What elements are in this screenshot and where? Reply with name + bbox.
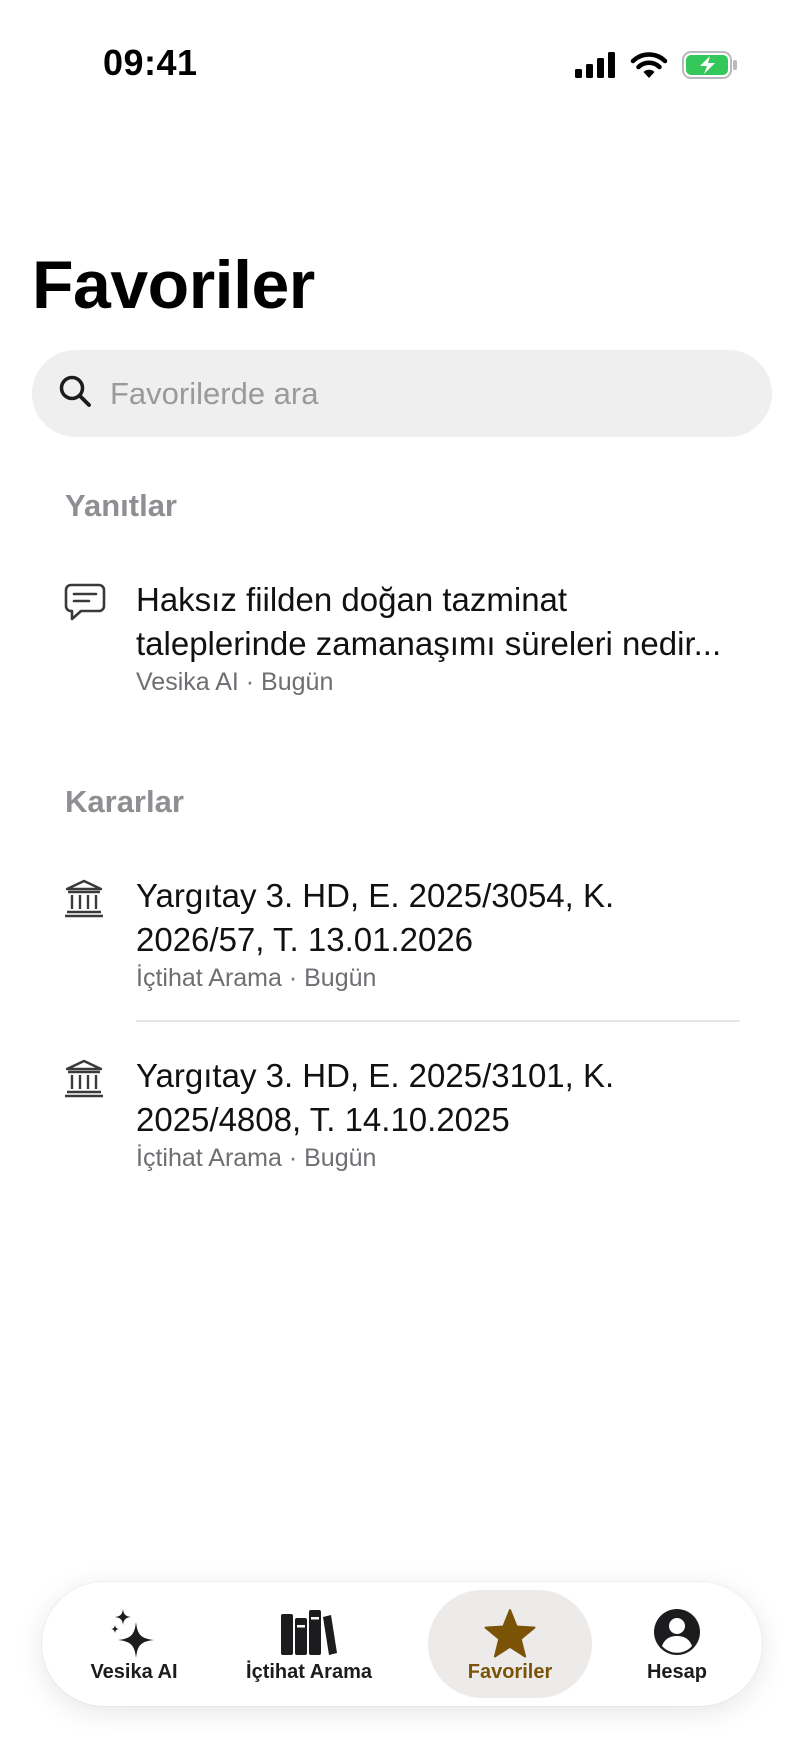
list-divider — [136, 1020, 740, 1022]
list-item-title-line2: 2026/57, T. 13.01.2026 — [136, 921, 474, 958]
tab-label: Hesap — [646, 1661, 708, 1683]
wifi-icon — [630, 51, 668, 79]
list-item-title-line1: Yargıtay 3. HD, E. 2025/3101, K. — [136, 1057, 615, 1094]
page-title: Favoriler — [32, 247, 315, 323]
tab-label: İçtihat Arama — [246, 1661, 372, 1683]
tab-ictihat-arama[interactable]: İçtihat Arama — [224, 1590, 394, 1698]
list-item-meta: Vesika AI · Bugün — [136, 668, 334, 696]
list-item-answer[interactable]: Haksız fiilden doğan tazminat taleplerin… — [64, 578, 744, 698]
sparkles-icon — [110, 1608, 158, 1665]
search-bar[interactable] — [32, 350, 772, 437]
search-input[interactable] — [110, 375, 730, 412]
list-item-title-line1: Haksız fiilden doğan tazminat — [136, 581, 568, 618]
person-circle-icon — [653, 1608, 701, 1661]
list-item-title: Haksız fiilden doğan tazminat taleplerin… — [136, 578, 736, 666]
tab-bar: Vesika AI İçtihat Arama Favoriler Hesap — [42, 1582, 762, 1706]
courthouse-icon — [64, 1058, 104, 1103]
list-item-meta: İçtihat Arama · Bugün — [136, 964, 377, 992]
list-item-title: Yargıtay 3. HD, E. 2025/3054, K. 2026/57… — [136, 874, 736, 962]
books-icon — [280, 1608, 338, 1661]
list-item-title-line2: 2025/4808, T. 14.10.2025 — [136, 1101, 510, 1138]
tab-vesika-ai[interactable]: Vesika AI — [52, 1590, 216, 1698]
status-icons — [574, 48, 738, 82]
chat-bubble-icon — [64, 582, 106, 627]
tab-hesap[interactable]: Hesap — [602, 1590, 752, 1698]
list-item-meta: İçtihat Arama · Bugün — [136, 1144, 377, 1172]
section-title-decisions: Kararlar — [65, 784, 184, 819]
list-item-decision[interactable]: Yargıtay 3. HD, E. 2025/3101, K. 2025/48… — [64, 1054, 744, 1174]
tab-favoriler[interactable]: Favoriler — [428, 1590, 592, 1698]
battery-charging-icon — [682, 51, 738, 79]
status-time: 09:41 — [103, 42, 198, 83]
favorites-screen: 09:41 Favoriler Favorilerde ara Yanıtlar… — [0, 0, 804, 1748]
section-title-answers: Yanıtlar — [65, 488, 177, 523]
cellular-signal-icon — [574, 52, 616, 78]
list-item-title-line1: Yargıtay 3. HD, E. 2025/3054, K. — [136, 877, 615, 914]
courthouse-icon — [64, 878, 104, 923]
list-item-title: Yargıtay 3. HD, E. 2025/3101, K. 2025/48… — [136, 1054, 736, 1142]
search-icon — [58, 374, 92, 413]
star-icon — [483, 1608, 537, 1665]
list-item-decision[interactable]: Yargıtay 3. HD, E. 2025/3054, K. 2026/57… — [64, 874, 744, 994]
list-item-title-line2: taleplerinde zamanaşımı süreleri nedir..… — [136, 625, 722, 662]
